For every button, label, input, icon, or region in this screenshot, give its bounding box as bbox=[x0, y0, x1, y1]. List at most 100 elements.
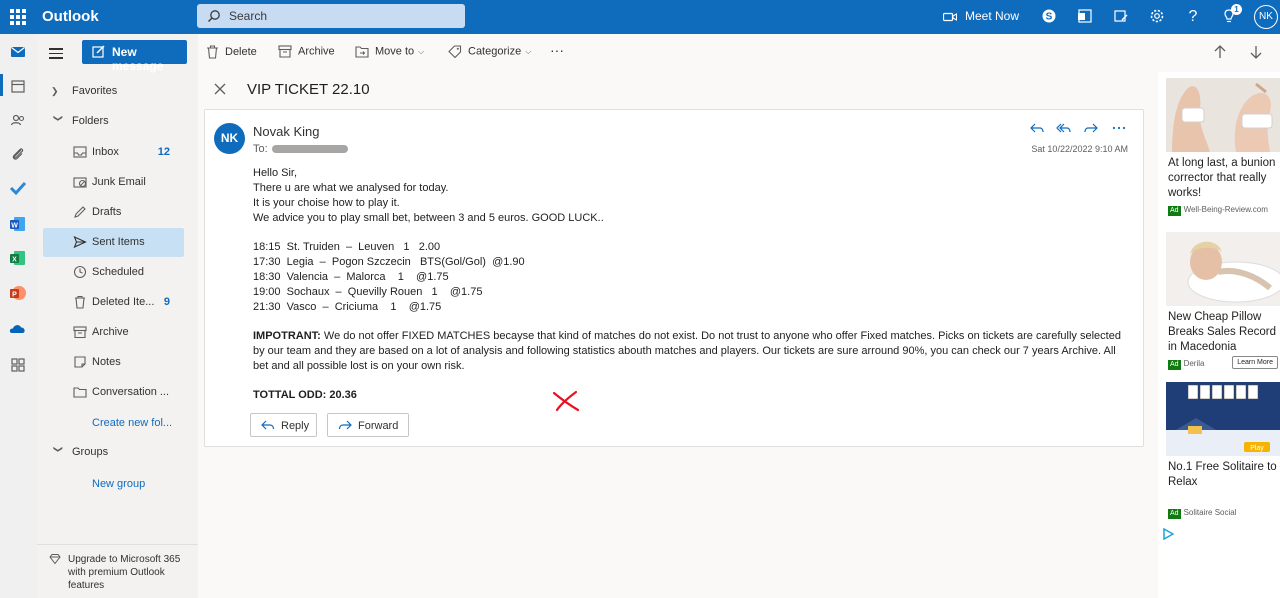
sender-name[interactable]: Novak King bbox=[253, 124, 319, 139]
archive-icon bbox=[73, 326, 87, 339]
groups-header[interactable]: ❯ Groups bbox=[51, 445, 109, 459]
folder-item-archive[interactable]: Archive bbox=[43, 318, 184, 347]
body-line: There u are what we analysed for today. bbox=[253, 182, 449, 194]
email-body: Hello Sir, There u are what we analysed … bbox=[253, 166, 1133, 403]
hamburger-menu-icon[interactable] bbox=[49, 48, 63, 62]
match-line: 17:30 Legia – Pogon Szczecin BTS(Gol/Gol… bbox=[253, 256, 525, 268]
reading-pane: VIP TICKET 22.10 NK Novak King To: Sat 1… bbox=[198, 72, 1158, 598]
junk-icon bbox=[73, 177, 87, 188]
ad-bunion[interactable]: At long last, a bunion corrector that re… bbox=[1166, 78, 1280, 217]
folder-pane: New message ❯ Favorites ❯ Folders Inbox 12… bbox=[37, 34, 198, 598]
chevron-down-icon: ❯ bbox=[53, 445, 64, 454]
folder-item-sent-items[interactable]: Sent Items bbox=[43, 228, 184, 257]
ad-play-badge: Play bbox=[1250, 445, 1264, 452]
reply-button[interactable]: Reply bbox=[250, 413, 317, 437]
ad-meta: Ad Well-Being-Review.com bbox=[1166, 205, 1280, 217]
ad-badge: Ad bbox=[1168, 360, 1181, 370]
onedrive-icon[interactable] bbox=[9, 319, 27, 337]
folder-item-conversation-history[interactable]: Conversation ... bbox=[43, 378, 184, 407]
notice-label: IMPOTRANT: bbox=[253, 330, 321, 342]
svg-text:P: P bbox=[12, 292, 17, 299]
ads-column: At long last, a bunion corrector that re… bbox=[1158, 72, 1280, 598]
folder-item-deleted-items[interactable]: Deleted Ite... 9 bbox=[43, 288, 184, 317]
app-title[interactable]: Outlook bbox=[42, 8, 99, 25]
sender-avatar[interactable]: NK bbox=[214, 123, 245, 154]
email-card: NK Novak King To: Sat 10/22/2022 9:10 AM… bbox=[204, 109, 1144, 447]
mail-icon[interactable] bbox=[9, 43, 27, 61]
trash-icon bbox=[207, 45, 218, 59]
clock-icon bbox=[73, 265, 87, 279]
calendar-icon[interactable] bbox=[9, 77, 27, 95]
meet-now-button[interactable]: Meet Now bbox=[943, 9, 1019, 23]
ad-image-pillow bbox=[1166, 232, 1280, 306]
arrow-up-icon[interactable] bbox=[1212, 43, 1228, 61]
folder-item-scheduled[interactable]: Scheduled bbox=[43, 258, 184, 287]
notice-text: We do not offer FIXED MATCHES becayse th… bbox=[253, 330, 1121, 372]
notification-badge: 1 bbox=[1231, 4, 1242, 15]
favorites-header[interactable]: ❯ Favorites bbox=[51, 85, 117, 97]
video-camera-icon bbox=[943, 12, 957, 21]
account-avatar[interactable]: NK bbox=[1254, 5, 1278, 29]
reply-icon[interactable] bbox=[1029, 120, 1045, 136]
move-folder-icon bbox=[355, 46, 369, 58]
create-new-folder-link[interactable]: Create new fol... bbox=[92, 417, 172, 429]
excel-icon[interactable]: X bbox=[9, 249, 27, 267]
redacted-recipient bbox=[271, 145, 348, 154]
trash-icon bbox=[75, 295, 85, 309]
folder-item-notes[interactable]: Notes bbox=[43, 348, 184, 377]
ad-source: Well-Being-Review.com bbox=[1183, 205, 1268, 214]
chevron-down-icon: ⌵ bbox=[418, 47, 425, 57]
folder-name: Drafts bbox=[92, 206, 122, 218]
arrow-down-icon[interactable] bbox=[1248, 43, 1264, 61]
new-group-link[interactable]: New group bbox=[92, 478, 145, 490]
close-icon[interactable] bbox=[213, 82, 227, 96]
diamond-icon bbox=[49, 554, 61, 564]
search-box[interactable] bbox=[197, 4, 465, 28]
ad-solitaire[interactable]: Play No.1 Free Solitaire to Relax Ad Soli… bbox=[1166, 382, 1280, 520]
word-icon[interactable]: W bbox=[9, 215, 27, 233]
folder-item-inbox[interactable]: Inbox 12 bbox=[43, 138, 184, 167]
whats-new-icon[interactable] bbox=[1112, 8, 1130, 26]
more-actions-button[interactable]: ··· bbox=[550, 42, 564, 58]
forward-button[interactable]: Forward bbox=[327, 413, 409, 437]
adchoices-icon[interactable] bbox=[1162, 528, 1174, 540]
learn-more-button[interactable]: Learn More bbox=[1232, 356, 1278, 369]
forward-icon[interactable] bbox=[1083, 120, 1099, 136]
more-options-icon[interactable] bbox=[1111, 120, 1127, 136]
rail-active-indicator bbox=[0, 74, 3, 96]
folders-header[interactable]: ❯ Folders bbox=[51, 114, 109, 128]
categorize-button[interactable]: Categorize ⌵ bbox=[448, 45, 531, 58]
new-message-button[interactable]: New message bbox=[82, 40, 187, 73]
folder-item-junk-email[interactable]: Junk Email bbox=[43, 168, 184, 197]
unread-count: 9 bbox=[163, 296, 170, 308]
help-icon[interactable]: ? bbox=[1184, 8, 1202, 26]
folder-name: Conversation ... bbox=[92, 386, 170, 398]
folder-item-drafts[interactable]: Drafts bbox=[43, 198, 184, 227]
folder-name: Inbox bbox=[92, 146, 119, 158]
settings-gear-icon[interactable] bbox=[1148, 8, 1166, 26]
office-icon[interactable] bbox=[1076, 8, 1094, 26]
upgrade-banner[interactable]: Upgrade to Microsoft 365 with premium Ou… bbox=[37, 544, 198, 598]
powerpoint-icon[interactable]: P bbox=[9, 284, 27, 302]
folder-icon bbox=[73, 387, 87, 398]
app-launcher-icon[interactable] bbox=[9, 8, 27, 26]
more-apps-icon[interactable] bbox=[9, 356, 27, 374]
reply-all-icon[interactable] bbox=[1056, 120, 1072, 136]
new-message-label: New message bbox=[112, 45, 164, 73]
attachment-icon[interactable] bbox=[9, 145, 27, 163]
chevron-right-icon: ❯ bbox=[51, 86, 59, 96]
todo-check-icon[interactable] bbox=[9, 179, 27, 197]
folder-name: Scheduled bbox=[92, 266, 144, 278]
svg-text:X: X bbox=[12, 257, 17, 264]
email-subject: VIP TICKET 22.10 bbox=[247, 81, 370, 98]
delete-button[interactable]: Delete bbox=[206, 45, 257, 59]
ad-pillow[interactable]: New Cheap Pillow Breaks Sales Record in … bbox=[1166, 232, 1280, 371]
move-to-button[interactable]: Move to ⌵ bbox=[355, 45, 424, 58]
search-input[interactable] bbox=[229, 7, 449, 25]
upgrade-text: Upgrade to Microsoft 365 with premium Ou… bbox=[68, 554, 181, 591]
sent-icon bbox=[73, 235, 87, 249]
people-icon[interactable] bbox=[9, 111, 27, 129]
skype-icon[interactable]: S bbox=[1040, 8, 1058, 26]
archive-button[interactable]: Archive bbox=[278, 45, 335, 58]
chevron-down-icon: ❯ bbox=[53, 114, 64, 123]
